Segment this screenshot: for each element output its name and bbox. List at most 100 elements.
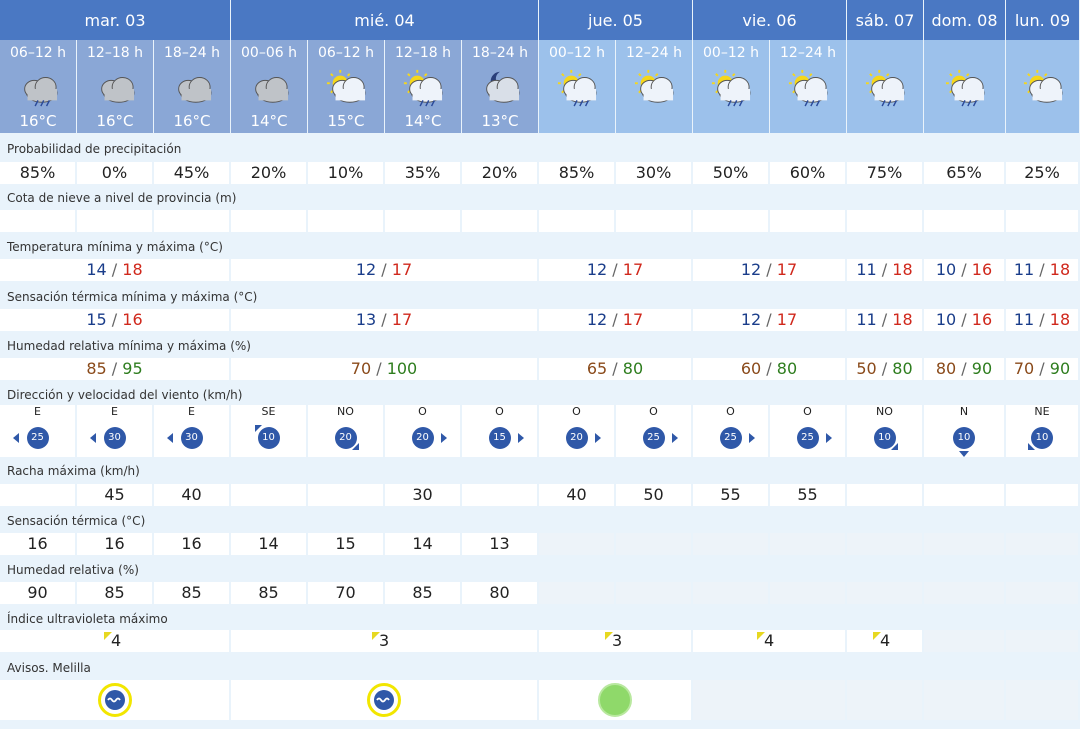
precip-cell: 50%: [693, 162, 768, 184]
snow-cell: [847, 210, 922, 232]
snow-cell: [154, 210, 229, 232]
period-header[interactable]: [847, 40, 924, 133]
separator: /: [1034, 359, 1050, 378]
day-header[interactable]: jue. 05: [539, 0, 693, 40]
humidity-cell: 70 / 100: [231, 358, 537, 380]
temperature-min: 11: [856, 260, 877, 279]
wind-speed-badge: 30: [180, 427, 203, 449]
temperature-max: 16: [971, 260, 993, 279]
temperature-cell: 12 / 17: [693, 259, 845, 281]
humidity-hourly-cell: 80: [462, 582, 537, 604]
day-header[interactable]: mié. 04: [231, 0, 539, 40]
wind-cell: O 20: [539, 405, 614, 457]
cloud-icon: [166, 68, 218, 108]
period-header[interactable]: 18–24 h 13°C: [462, 40, 539, 133]
day-header[interactable]: sáb. 07: [847, 0, 924, 40]
no-warning-icon[interactable]: [598, 683, 632, 717]
period-header[interactable]: 00–12 h: [693, 40, 770, 133]
precip-cell: 75%: [847, 162, 922, 184]
temperature-cell: 12 / 17: [231, 259, 537, 281]
period-header[interactable]: 00–12 h: [539, 40, 616, 133]
snow-cell: [924, 210, 1004, 232]
wind-cell: O 25: [693, 405, 768, 457]
period-temperature: 14°C: [250, 112, 288, 130]
warning-cell: [1006, 680, 1078, 720]
wind-speed-badge: 25: [26, 427, 49, 449]
wind-direction: NO: [876, 405, 893, 418]
wind-direction: O: [649, 405, 658, 418]
wind-direction: E: [188, 405, 195, 418]
humidity-hourly-cell: 90: [0, 582, 75, 604]
sun-cloud-rain-icon: [551, 68, 603, 108]
separator: /: [1034, 310, 1050, 329]
period-label: 12–18 h: [395, 45, 451, 61]
wind-direction: N: [959, 405, 969, 418]
humidity-min: 50: [856, 359, 877, 378]
feels-hourly-cell: [616, 533, 691, 555]
period-header[interactable]: 12–24 h: [770, 40, 847, 133]
wind-direction: NO: [337, 405, 354, 418]
period-label: 06–12 h: [10, 45, 66, 61]
feels-like-max: 16: [971, 310, 993, 329]
period-header[interactable]: 12–18 h 16°C: [77, 40, 154, 133]
humidity-min: 80: [935, 359, 957, 378]
period-header[interactable]: 12–24 h: [616, 40, 693, 133]
sea-warning-icon[interactable]: [367, 683, 401, 717]
uv-cell: 4: [693, 630, 845, 652]
humidity-hourly-cell: [1006, 582, 1078, 604]
wind-arrow-icon: [255, 425, 262, 432]
gust-cell: [308, 484, 383, 506]
feels-hourly-label: Sensación térmica (°C): [7, 514, 146, 528]
period-header[interactable]: 00–06 h 14°C: [231, 40, 308, 133]
period-header[interactable]: 06–12 h 16°C: [0, 40, 77, 133]
period-header[interactable]: [924, 40, 1006, 133]
snow-label: Cota de nieve a nivel de provincia (m): [7, 191, 237, 205]
day-header[interactable]: vie. 06: [693, 0, 847, 40]
separator: /: [876, 310, 893, 329]
temperature-max: 18: [122, 260, 143, 279]
separator: /: [1034, 260, 1050, 279]
uv-cell: 4: [847, 630, 922, 652]
humidity-max: 80: [622, 359, 644, 378]
humidity-hourly-cell: [847, 582, 922, 604]
warnings-label: Avisos. Melilla: [7, 661, 91, 675]
warning-cell: [0, 680, 229, 720]
wind-cell: O 25: [770, 405, 845, 457]
feels-like-max: 17: [391, 310, 413, 329]
wind-direction: O: [726, 405, 735, 418]
temperature-cell: 10 / 16: [924, 259, 1004, 281]
gust-cell: [924, 484, 1004, 506]
feels-hourly-cell: [539, 533, 614, 555]
humidity-min: 70: [1013, 359, 1035, 378]
wind-speed-badge: 10: [953, 427, 975, 449]
period-header-row: 06–12 h 16°C 12–18 h 16°C 18–24 h 16°C 00–0…: [0, 40, 1080, 133]
feels-hourly-cell: 14: [231, 533, 306, 555]
snow-cell: [0, 210, 75, 232]
gust-cell: 40: [154, 484, 229, 506]
uv-cell: 4: [0, 630, 229, 652]
period-header[interactable]: 12–18 h 14°C: [385, 40, 462, 133]
day-header[interactable]: dom. 08: [924, 0, 1006, 40]
feels-like-min: 12: [740, 310, 762, 329]
precip-cell: 85%: [539, 162, 614, 184]
precip-cell: 35%: [385, 162, 460, 184]
sea-warning-icon[interactable]: [97, 683, 132, 717]
humidity-min: 65: [586, 359, 608, 378]
temperature-cell: 11 / 18: [1006, 259, 1078, 281]
humidity-hourly-cell: [539, 582, 614, 604]
gust-cell: [1006, 484, 1078, 506]
day-header[interactable]: mar. 03: [0, 0, 231, 40]
wind-arrow-icon: [90, 433, 96, 443]
wind-direction: SE: [261, 405, 276, 418]
wind-direction: O: [495, 405, 504, 418]
snow-cell: [77, 210, 152, 232]
period-header[interactable]: 18–24 h 16°C: [154, 40, 231, 133]
period-header[interactable]: 06–12 h 15°C: [308, 40, 385, 133]
wind-arrow-icon: [749, 433, 755, 443]
snow-cell: [308, 210, 383, 232]
snow-cell: [462, 210, 537, 232]
day-header[interactable]: lun. 09: [1006, 0, 1080, 40]
period-header[interactable]: [1006, 40, 1080, 133]
humidity-hourly-cell: [770, 582, 845, 604]
temperature-max: 17: [391, 260, 413, 279]
